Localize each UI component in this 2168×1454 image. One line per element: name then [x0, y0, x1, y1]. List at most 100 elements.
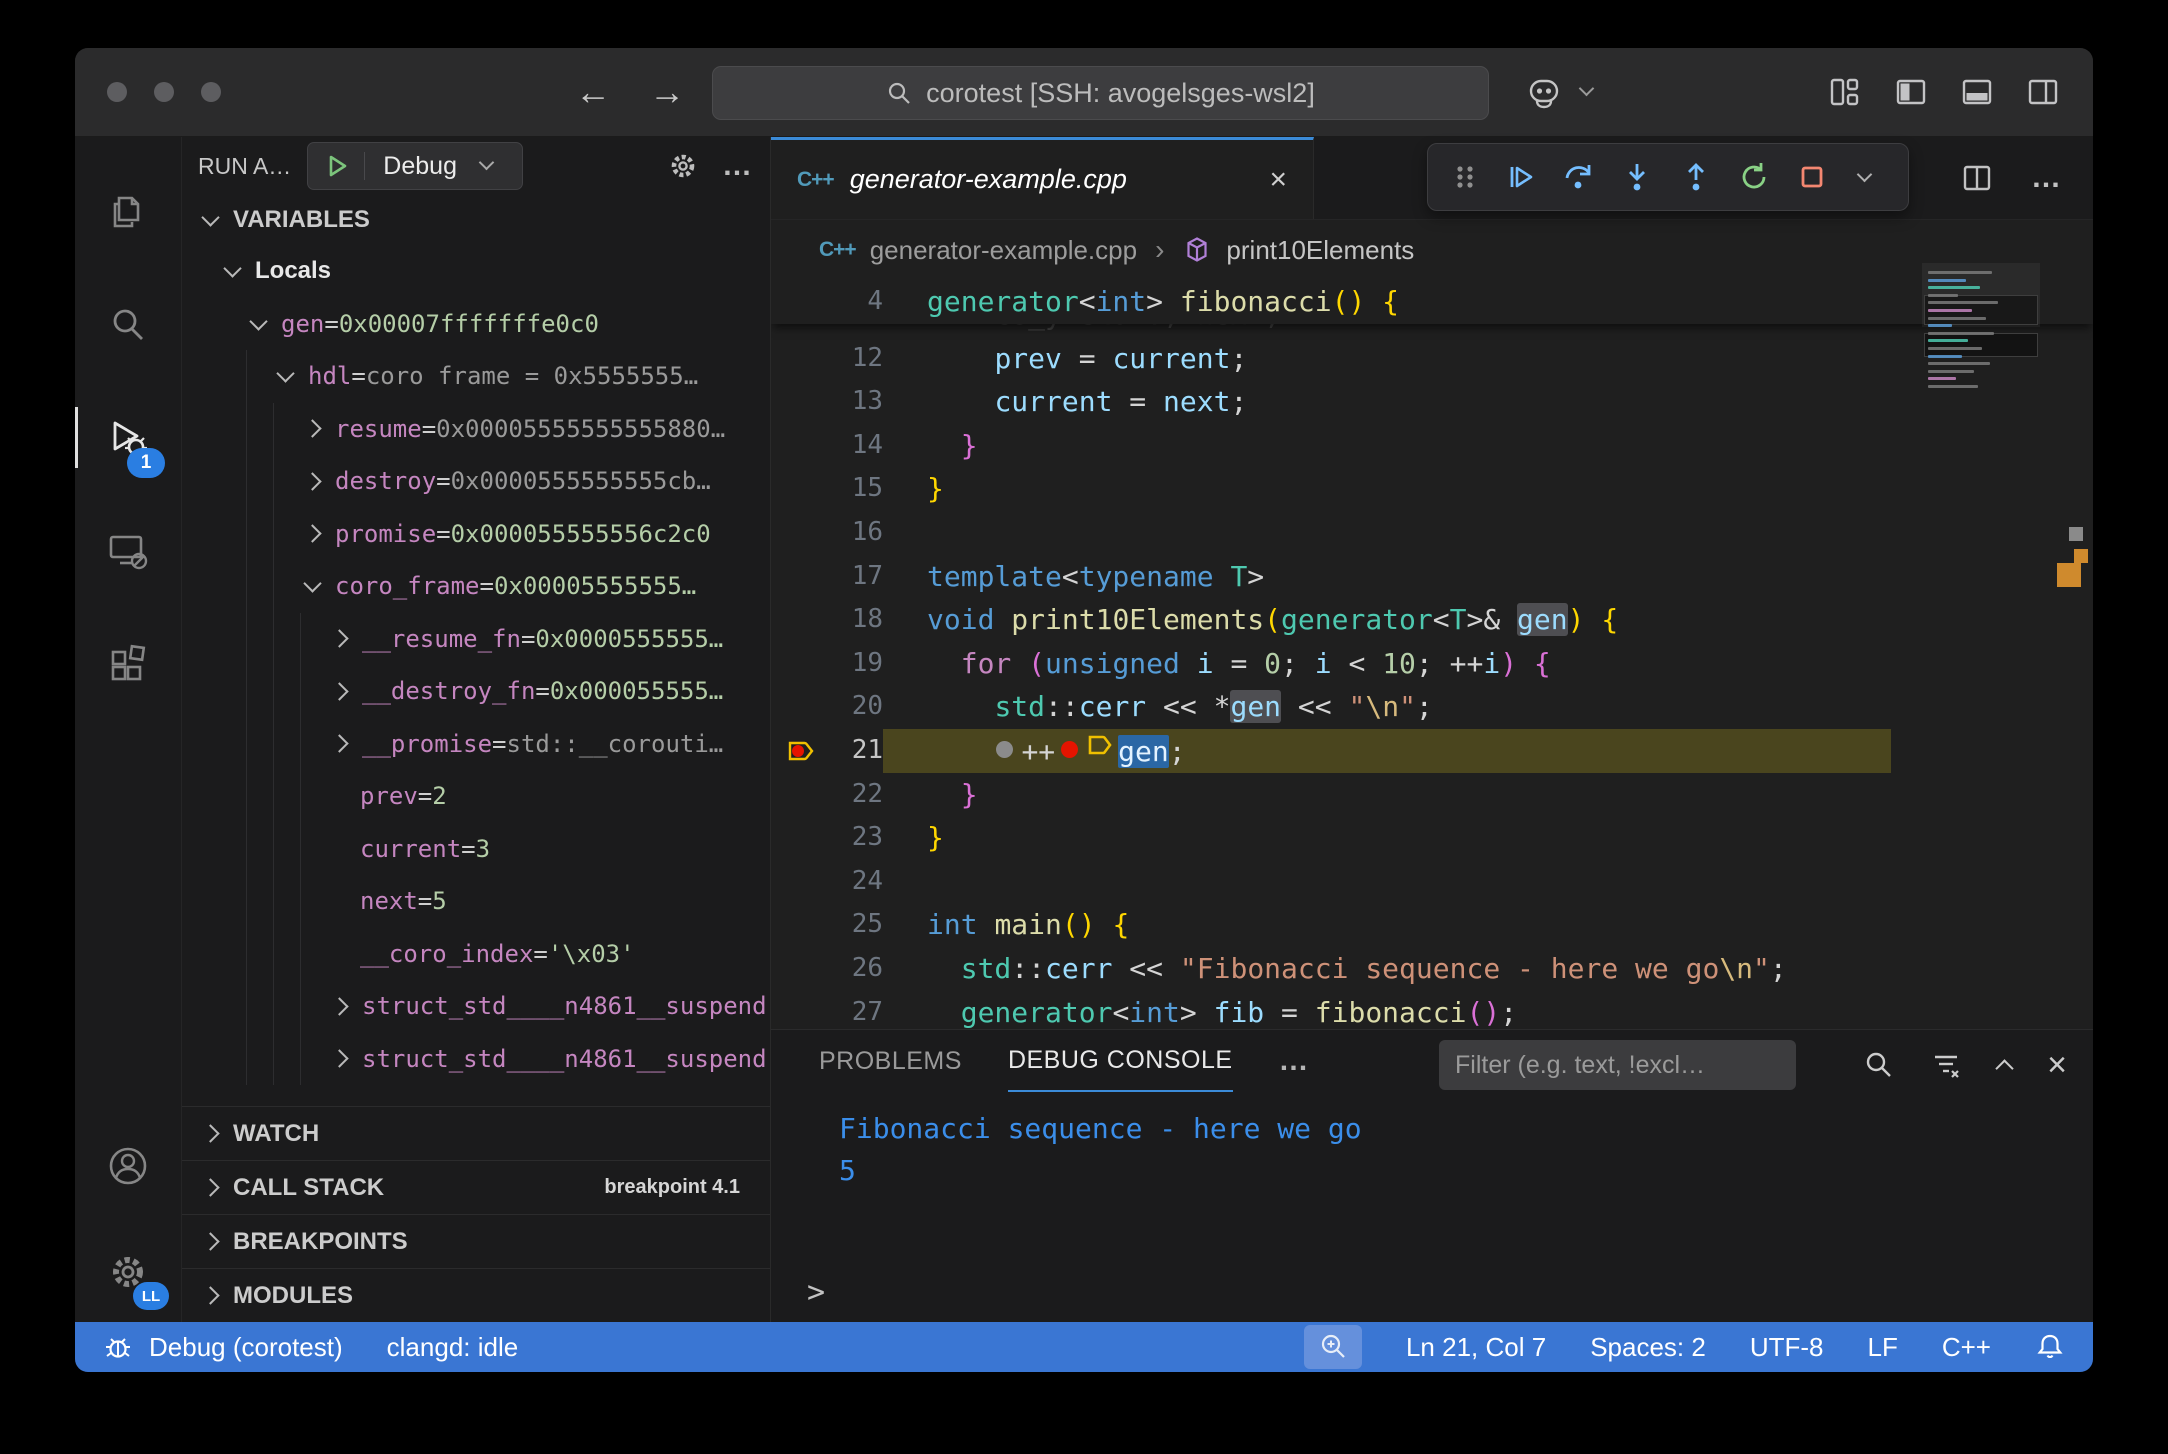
traffic-lights[interactable] [107, 82, 221, 102]
variable-row[interactable]: prev = 2 [182, 770, 770, 823]
toggle-panel-icon[interactable] [1961, 76, 1993, 108]
account-button[interactable] [75, 1109, 181, 1222]
minimap[interactable] [1928, 269, 2036, 417]
code-line-14[interactable]: 14 } [771, 424, 2093, 468]
variable-row[interactable]: Locals [182, 245, 770, 298]
gutter[interactable]: 4 [771, 280, 883, 324]
step-out-button[interactable] [1679, 160, 1713, 194]
gutter[interactable]: 22 [771, 773, 883, 817]
variable-row[interactable]: gen = 0x00007fffffffe0c0 [182, 298, 770, 351]
restart-button[interactable] [1737, 160, 1771, 194]
gutter[interactable]: 26 [771, 947, 883, 991]
variable-row[interactable]: __destroy_fn = 0x000055555… [182, 665, 770, 718]
variable-row[interactable]: destroy = 0x0000555555555cb… [182, 455, 770, 508]
chevron-right-icon[interactable] [330, 735, 348, 753]
chevron-right-icon[interactable] [330, 997, 348, 1015]
chevron-right-icon[interactable] [303, 525, 321, 543]
breadcrumb-symbol[interactable]: print10Elements [1226, 235, 1414, 266]
sidebar-item-search[interactable] [75, 268, 181, 381]
encoding-item[interactable]: UTF-8 [1750, 1332, 1824, 1363]
variable-row[interactable]: __resume_fn = 0x0000555555… [182, 613, 770, 666]
code-line-16[interactable]: 16 [771, 511, 2093, 555]
code-line-22[interactable]: 22 } [771, 773, 2093, 817]
chevron-down-icon[interactable] [249, 312, 267, 330]
gutter[interactable]: 24 [771, 860, 883, 904]
gutter[interactable]: 25 [771, 903, 883, 947]
chevron-right-icon[interactable] [330, 1050, 348, 1068]
start-debug-icon[interactable] [322, 151, 352, 181]
settings-button[interactable]: LL [75, 1222, 181, 1322]
breakpoint-hit-icon[interactable] [785, 734, 819, 768]
variable-row[interactable]: hdl = coro frame = 0x5555555… [182, 350, 770, 403]
customize-layout-icon[interactable] [1829, 76, 1861, 108]
chevron-down-icon[interactable] [303, 575, 321, 593]
tab-debug-console[interactable]: DEBUG CONSOLE [1008, 1030, 1233, 1092]
code-line-15[interactable]: 15} [771, 467, 2093, 511]
search-icon[interactable] [1862, 1049, 1894, 1081]
breakpoints-section-header[interactable]: BREAKPOINTS [182, 1214, 770, 1268]
screenshot-zoom-indicator[interactable] [1304, 1325, 1362, 1369]
call-stack-section-header[interactable]: CALL STACK breakpoint 4.1 [182, 1160, 770, 1214]
step-over-button[interactable] [1562, 160, 1596, 194]
gutter[interactable]: 21 [771, 729, 883, 773]
tab-problems[interactable]: PROBLEMS [819, 1030, 962, 1092]
inline-breakpoint-icon[interactable] [1061, 741, 1078, 758]
console-prompt[interactable]: > [807, 1275, 825, 1310]
back-button[interactable]: ← [575, 71, 611, 113]
console-filter-input[interactable]: Filter (e.g. text, !excl… [1439, 1040, 1796, 1090]
variable-row[interactable]: promise = 0x000055555556c2c0 [182, 508, 770, 561]
variable-row[interactable]: __coro_index = '\x03' [182, 928, 770, 981]
chevron-right-icon[interactable] [330, 630, 348, 648]
code-line-19[interactable]: 19 for (unsigned i = 0; i < 10; ++i) { [771, 642, 2093, 686]
variable-row[interactable]: struct_std____n4861__suspend [182, 1033, 770, 1086]
drag-handle-icon[interactable] [1450, 160, 1480, 194]
breadcrumb[interactable]: C++ generator-example.cpp › print10Eleme… [771, 220, 2093, 280]
variable-row[interactable]: resume = 0x00005555555555880… [182, 403, 770, 456]
code-line-18[interactable]: 18void print10Elements(generator<T>& gen… [771, 598, 2093, 642]
gutter[interactable]: 15 [771, 467, 883, 511]
gutter[interactable]: 14 [771, 424, 883, 468]
clangd-status-item[interactable]: clangd: idle [387, 1332, 519, 1363]
close-panel-icon[interactable]: × [2047, 1046, 2067, 1085]
gutter[interactable]: 12 [771, 337, 883, 381]
debug-config-dropdown[interactable]: Debug [307, 142, 523, 190]
continue-button[interactable] [1504, 160, 1538, 194]
variable-row[interactable]: current = 3 [182, 823, 770, 876]
code-line-26[interactable]: 26 std::cerr << "Fibonacci sequence - he… [771, 947, 2093, 991]
modules-section-header[interactable]: MODULES [182, 1268, 770, 1322]
close-window-icon[interactable] [107, 82, 127, 102]
sidebar-item-explorer[interactable] [75, 155, 181, 268]
maximize-window-icon[interactable] [201, 82, 221, 102]
variable-row[interactable]: struct_std____n4861__suspend [182, 980, 770, 1033]
step-into-button[interactable] [1620, 160, 1654, 194]
code-line-25[interactable]: 25int main() { [771, 903, 2093, 947]
debug-status-item[interactable]: Debug (corotest) [103, 1331, 343, 1363]
debug-console-output[interactable]: Fibonacci sequence - here we go 5 [771, 1092, 2093, 1192]
chevron-right-icon[interactable] [303, 420, 321, 438]
code-line-12[interactable]: 12 prev = current; [771, 337, 2093, 381]
variable-row[interactable]: next = 5 [182, 875, 770, 928]
gutter[interactable]: 17 [771, 555, 883, 599]
variable-row[interactable]: __promise = std::__corouti… [182, 718, 770, 771]
split-editor-icon[interactable] [1961, 162, 1993, 194]
code-line-13[interactable]: 13 current = next; [771, 380, 2093, 424]
eol-item[interactable]: LF [1868, 1332, 1898, 1363]
gear-icon[interactable] [666, 149, 700, 183]
bell-icon[interactable] [2035, 1332, 2065, 1362]
code-line-17[interactable]: 17template<typename T> [771, 555, 2093, 599]
filter-icon[interactable] [1930, 1049, 1962, 1081]
sidebar-item-extensions[interactable] [75, 607, 181, 720]
chevron-down-icon[interactable] [1857, 167, 1873, 183]
chevron-right-icon[interactable] [303, 472, 321, 490]
toggle-primary-sidebar-icon[interactable] [1895, 76, 1927, 108]
chevron-right-icon[interactable] [330, 682, 348, 700]
cursor-position-item[interactable]: Ln 21, Col 7 [1406, 1332, 1546, 1363]
gutter[interactable]: 19 [771, 642, 883, 686]
sidebar-item-remote-explorer[interactable] [75, 494, 181, 607]
gutter[interactable]: 13 [771, 380, 883, 424]
more-panel-tabs-icon[interactable]: … [1279, 1030, 1311, 1092]
code-line-20[interactable]: 20 std::cerr << *gen << "\n"; [771, 685, 2093, 729]
close-tab-icon[interactable]: × [1269, 163, 1287, 197]
sidebar-item-run-debug[interactable]: 1 [75, 381, 181, 494]
variable-row[interactable]: coro_frame = 0x00005555555… [182, 560, 770, 613]
